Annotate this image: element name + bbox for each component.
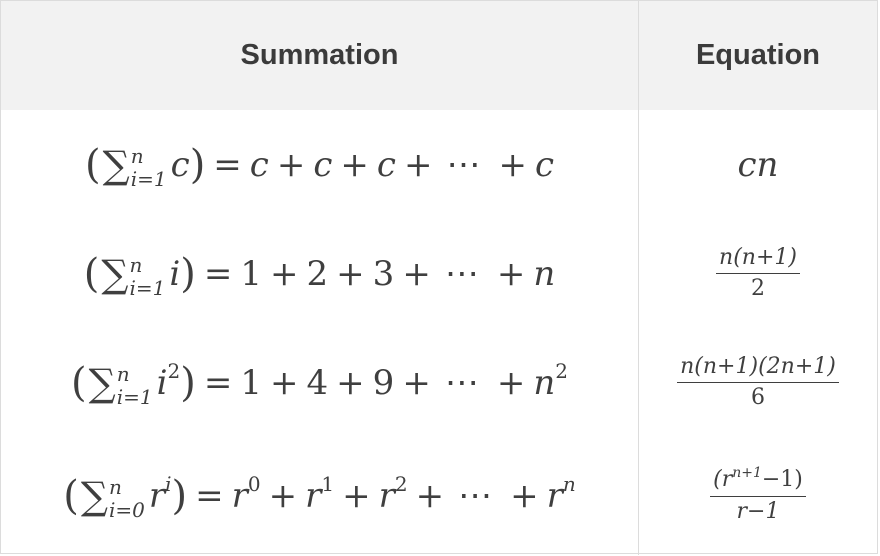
row-4-summation: ( ∑ n i=0 ri ) = r0 + r1 + r2 + ⋯ + rn [1,437,639,555]
term-exponent: n [562,472,576,496]
term: 1 [240,253,263,294]
sigma-symbol: ∑ [102,142,130,187]
numerator: n(n+1) [716,245,800,274]
plus-sign: + [498,144,527,185]
term-exponent: 2 [394,472,408,496]
term: 2 [306,253,329,294]
numerator: (rn+1−1) [710,465,806,497]
plus-sign: + [510,476,539,516]
numerator-exponent: n+1 [732,465,762,482]
fraction: (rn+1−1) r−1 [710,465,806,525]
upper-limit: n [108,475,122,499]
term-exponent: 0 [247,472,261,496]
plus-sign: + [496,362,526,403]
plus-sign: + [342,476,371,516]
row-2-equation: n(n+1) 2 [639,219,877,328]
summation-table: Summation Equation ( ∑ n i=1 c ) = c + c… [0,0,878,555]
equals-sign: = [203,253,233,294]
header-summation: Summation [1,1,639,110]
row-3-equation: n(n+1)(2n+1) 6 [639,328,877,437]
row-2-summation: ( ∑ n i=1 i ) = 1 + 2 + 3 + ⋯ + n [1,219,639,328]
row-1-equation: cn [639,110,877,219]
term: 3 [372,253,395,294]
sigma-symbol: ∑ [80,474,108,518]
term-base: r [305,476,322,516]
ellipsis: ⋯ [458,476,497,516]
row-4-equation: (rn+1−1) r−1 [639,437,877,555]
term: 4 [306,362,329,403]
summand: r [148,476,166,516]
sigma-symbol: ∑ [101,251,129,296]
lower-limit: i=1 [129,275,166,300]
term: n [533,253,556,294]
term-base: r [378,476,395,516]
fraction: n(n+1) 2 [716,245,800,303]
open-paren: ( [83,250,100,297]
denominator: 6 [750,385,765,410]
plus-sign: + [402,253,431,294]
term: n [533,362,556,403]
lower-limit: i=1 [130,166,167,191]
equals-sign: = [195,476,224,516]
plus-sign: + [415,476,445,516]
term-base: r [231,476,248,516]
plus-sign: + [336,362,365,403]
plus-sign: + [268,476,298,516]
term: c [376,144,396,185]
numerator-base: (r [713,467,733,493]
row-1-summation: ( ∑ n i=1 c ) = c + c + c + ⋯ + c [1,110,639,219]
numerator-tail: −1) [761,467,803,493]
summand: i [169,253,181,294]
lower-limit: i=1 [116,384,153,409]
upper-limit: n [116,361,130,386]
summand-exponent: i [165,472,172,496]
term-exponent: 1 [321,472,335,496]
denominator: r−1 [736,498,780,524]
term: 1 [240,362,263,403]
lower-limit: i=0 [108,498,145,522]
term: c [249,144,269,185]
term: c [313,144,333,185]
ellipsis: ⋯ [444,253,483,294]
close-paren: ) [189,141,206,188]
header-equation: Equation [639,1,877,110]
plus-sign: + [276,144,306,185]
close-paren: ) [180,359,196,406]
row-3-summation: ( ∑ n i=1 i2 ) = 1 + 4 + 9 + ⋯ + n2 [1,328,639,437]
plus-sign: + [270,253,299,294]
open-paren: ( [63,473,79,519]
plus-sign: + [336,253,365,294]
equals-sign: = [203,362,233,403]
plus-sign: + [403,144,433,185]
summand-exponent: 2 [167,358,181,383]
equation-result: cn [737,144,779,185]
close-paren: ) [180,250,196,297]
plus-sign: + [496,253,526,294]
equals-sign: = [213,144,242,185]
open-paren: ( [71,359,87,406]
upper-limit: n [130,143,144,168]
plus-sign: + [340,144,369,185]
upper-limit: n [129,252,143,277]
term-base: r [546,476,563,516]
ellipsis: ⋯ [444,362,483,403]
sigma-symbol: ∑ [88,360,116,405]
denominator: 2 [751,276,765,301]
summand: i [156,362,168,403]
plus-sign: + [402,362,431,403]
plus-sign: + [270,362,299,403]
summand: c [170,144,190,185]
term: 9 [372,362,395,403]
open-paren: ( [85,141,101,188]
ellipsis: ⋯ [446,144,485,185]
numerator: n(n+1)(2n+1) [677,354,839,383]
term: c [534,144,554,185]
close-paren: ) [171,473,188,519]
term-exponent: 2 [555,358,568,383]
fraction: n(n+1)(2n+1) 6 [677,354,839,412]
